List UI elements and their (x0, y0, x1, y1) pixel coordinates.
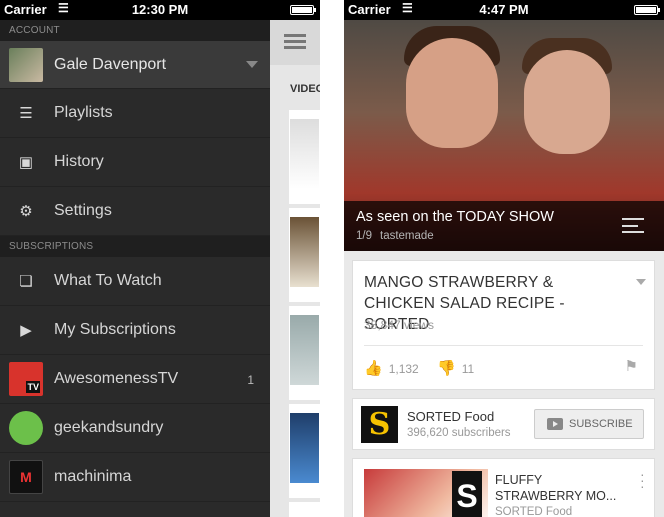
status-time: 4:47 PM (479, 2, 529, 17)
video-card[interactable] (289, 208, 320, 302)
navigation-drawer: ACCOUNT Gale Davenport ☰ Playlists ▣ His… (0, 20, 270, 517)
playlist-meta: 1/9 tastemade (356, 230, 434, 242)
video-frame-decoration (406, 38, 498, 148)
menu-item-playlists[interactable]: ☰ Playlists (0, 89, 270, 138)
video-thumbnail (364, 469, 488, 517)
video-info-card: MANGO STRAWBERRY & CHICKEN SALAD RECIPE … (352, 260, 655, 390)
menu-item-label: machinima (54, 468, 132, 485)
menu-item-label: My Subscriptions (54, 321, 176, 338)
gear-icon: ⚙ (19, 203, 33, 220)
dislike-button[interactable]: 👎 11 (437, 359, 474, 377)
history-icon: ▣ (18, 154, 34, 171)
menu-item-settings[interactable]: ⚙ Settings (0, 187, 270, 236)
video-thumbnail (290, 413, 319, 483)
more-options-icon[interactable]: · · · (640, 467, 645, 493)
menu-item-label: History (54, 153, 104, 170)
playlist-position: 1/9 (356, 230, 372, 242)
dislike-count: 11 (461, 362, 475, 376)
player-info-overlay: As seen on the TODAY SHOW 1/9 tastemade (344, 201, 664, 251)
video-card[interactable] (289, 306, 320, 400)
channel-avatar (9, 411, 43, 445)
video-player[interactable]: As seen on the TODAY SHOW 1/9 tastemade (344, 20, 664, 251)
menu-item-label: geekandsundry (54, 419, 164, 436)
playlist-channel: tastemade (380, 230, 434, 242)
status-bar: Carrier ☰ 4:47 PM (344, 0, 664, 20)
play-icon (547, 418, 563, 430)
video-card[interactable] (289, 110, 320, 204)
subscription-machinima[interactable]: machinima (0, 453, 270, 502)
chevron-down-icon[interactable] (246, 61, 258, 68)
thumbs-down-icon: 👎 (437, 360, 456, 377)
channel-logo: S (361, 406, 398, 443)
related-video-card[interactable]: FLUFFY STRAWBERRY MO... SORTED Food ··· (352, 458, 655, 517)
top-bar (270, 20, 320, 65)
playlist-title: As seen on the TODAY SHOW (356, 209, 554, 225)
view-count: 38,847 views (364, 318, 435, 332)
menu-item-label: AwesomenessTV (54, 370, 179, 387)
subscriptions-section-header: SUBSCRIPTIONS (0, 236, 270, 257)
avatar (9, 48, 43, 82)
subscriptions-icon: ▶ (20, 322, 32, 339)
like-count: 1,132 (388, 362, 419, 376)
subscriber-count: 396,620 subscribers (407, 427, 511, 439)
related-video-channel: SORTED Food (495, 506, 573, 517)
battery-icon (634, 5, 660, 15)
subscribe-label: SUBSCRIBE (569, 418, 633, 430)
menu-item-my-subscriptions[interactable]: ▶ My Subscriptions (0, 306, 270, 355)
video-thumbnail (290, 217, 319, 287)
menu-icon[interactable] (284, 34, 306, 49)
battery-icon (290, 5, 316, 15)
divider (364, 345, 643, 346)
subscribe-button[interactable]: SUBSCRIBE (534, 409, 644, 439)
related-video-title: FLUFFY STRAWBERRY MO... (495, 473, 617, 503)
subscription-geekandsundry[interactable]: geekandsundry (0, 404, 270, 453)
playlist-icon: ☰ (19, 105, 33, 122)
left-phone-screen: Carrier ☰ 12:30 PM ACCOUNT Gale Davenpor… (0, 0, 320, 517)
stack-icon: ❏ (19, 273, 33, 290)
channel-avatar (9, 460, 43, 494)
video-card[interactable] (289, 502, 320, 517)
main-content-peek[interactable]: VIDEO (270, 20, 320, 517)
status-bar: Carrier ☰ 12:30 PM (0, 0, 320, 20)
menu-item-label: Playlists (54, 104, 113, 121)
menu-item-label: What To Watch (54, 272, 162, 289)
menu-item-history[interactable]: ▣ History (0, 138, 270, 187)
account-row[interactable]: Gale Davenport (0, 41, 270, 89)
tab-videos[interactable]: VIDEO (290, 83, 320, 95)
playlist-icon[interactable] (622, 218, 644, 233)
menu-item-what-to-watch[interactable]: ❏ What To Watch (0, 257, 270, 306)
right-phone-screen: Carrier ☰ 4:47 PM As seen on the TODAY S… (344, 0, 664, 517)
thumbs-up-icon: 👍 (364, 360, 383, 377)
subscription-awesomenesstv[interactable]: AwesomenessTV 1 (0, 355, 270, 404)
channel-name: SORTED Food (407, 409, 495, 424)
video-card[interactable] (289, 404, 320, 498)
account-name: Gale Davenport (54, 56, 167, 73)
like-button[interactable]: 👍 1,132 (364, 359, 419, 377)
flag-icon[interactable]: ⚑ (625, 357, 638, 375)
unwatched-count: 1 (247, 373, 254, 387)
status-time: 12:30 PM (131, 2, 189, 17)
video-thumbnail (290, 315, 319, 385)
video-frame-decoration (524, 50, 610, 154)
channel-avatar (9, 362, 43, 396)
channel-card[interactable]: S SORTED Food 396,620 subscribers SUBSCR… (352, 398, 655, 450)
video-thumbnail (290, 119, 319, 189)
menu-item-label: Settings (54, 202, 112, 219)
account-section-header: ACCOUNT (0, 20, 270, 41)
chevron-down-icon[interactable] (636, 279, 646, 285)
